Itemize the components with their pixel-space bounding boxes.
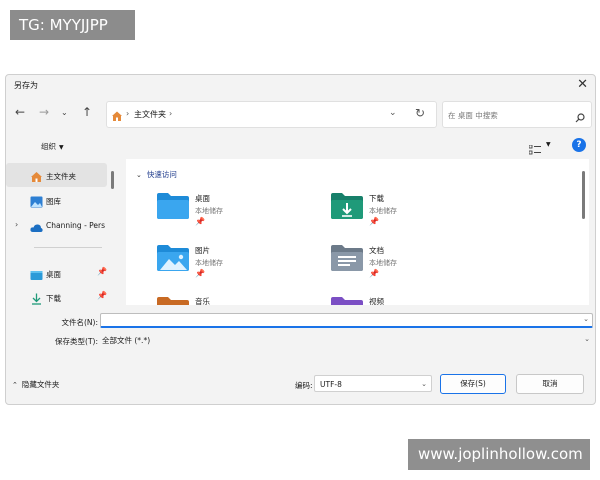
- sidebar-item-gallery[interactable]: 图库: [6, 188, 107, 212]
- breadcrumb-separator: ›: [126, 109, 130, 118]
- save-as-dialog: 另存为 ✕ ← → ⌄ ↑ › 主文件夹 › ⌄ ↻ 在 桌面 中搜索 组织▼: [5, 74, 596, 405]
- folder-location: 本地储存: [195, 207, 223, 215]
- chevron-up-icon: ⌃: [12, 381, 18, 389]
- home-icon: [111, 107, 123, 126]
- pictures-folder-icon: [156, 243, 190, 277]
- chevron-down-icon[interactable]: ⌄: [584, 335, 590, 343]
- organize-button[interactable]: 组织 ▼: [41, 141, 64, 152]
- navigation-pane: 主文件夹 图库 › Channing - Pers 桌面 📌 下载 📌: [6, 161, 114, 305]
- pin-icon: 📌: [369, 217, 379, 226]
- folder-tile-documents[interactable]: 文档 本地储存 📌: [330, 243, 450, 291]
- sidebar-item-desktop[interactable]: 桌面 📌: [6, 261, 107, 285]
- refresh-icon[interactable]: ↻: [415, 106, 425, 120]
- folder-location: 本地储存: [195, 259, 223, 267]
- file-view: ⌄ 快速访问 桌面 本地储存 📌 下载 本地储存 📌 图片 本地储存 📌 文档 …: [126, 159, 589, 305]
- sidebar-item-label: 图库: [46, 197, 61, 206]
- sidebar-item-label: 下载: [46, 294, 61, 303]
- documents-folder-icon: [330, 243, 364, 277]
- folder-tile-downloads[interactable]: 下载 本地储存 📌: [330, 191, 450, 239]
- dialog-footer: ⌃ 隐藏文件夹 编码: UTF-8 ⌄ 保存(S) 取消: [6, 371, 595, 401]
- desktop-folder-icon: [30, 266, 43, 285]
- search-placeholder: 在 桌面 中搜索: [448, 111, 498, 120]
- download-icon: [30, 290, 43, 309]
- sidebar-item-label: 桌面: [46, 270, 61, 279]
- folder-location: 本地储存: [369, 207, 397, 215]
- cloud-icon: [30, 218, 43, 237]
- recent-dropdown-icon[interactable]: ⌄: [61, 108, 68, 117]
- folder-name: 音乐: [195, 297, 210, 305]
- address-bar[interactable]: › 主文件夹 › ⌄ ↻: [106, 101, 437, 128]
- folder-tile-videos[interactable]: 视频: [330, 295, 450, 305]
- folder-location: 本地储存: [369, 259, 397, 267]
- folder-name: 桌面: [195, 194, 210, 203]
- folder-name: 视频: [369, 297, 384, 305]
- sidebar-divider: [34, 247, 102, 248]
- forward-icon[interactable]: →: [39, 105, 49, 119]
- encoding-select[interactable]: UTF-8 ⌄: [314, 375, 432, 392]
- breadcrumb-home[interactable]: 主文件夹: [134, 109, 166, 120]
- folder-tile-pictures[interactable]: 图片 本地储存 📌: [156, 243, 276, 291]
- filetype-select[interactable]: 全部文件 (*.*) ⌄: [100, 332, 593, 347]
- watermark-bottom: www.joplinhollow.com: [408, 439, 590, 470]
- view-options-icon[interactable]: [528, 140, 541, 159]
- toolbar: 组织 ▼ ▼ ?: [6, 135, 595, 157]
- close-icon[interactable]: ✕: [577, 77, 588, 92]
- navigation-row: ← → ⌄ ↑ › 主文件夹 › ⌄ ↻ 在 桌面 中搜索: [6, 99, 595, 131]
- folder-name: 图片: [195, 246, 210, 255]
- quick-access-label: 快速访问: [146, 170, 177, 179]
- dialog-title: 另存为: [14, 81, 38, 90]
- sidebar-item-downloads[interactable]: 下载 📌: [6, 285, 107, 309]
- title-bar: 另存为 ✕: [6, 75, 595, 97]
- up-icon[interactable]: ↑: [82, 105, 92, 119]
- save-button[interactable]: 保存(S): [440, 374, 506, 394]
- encoding-value: UTF-8: [320, 380, 342, 389]
- sidebar-item-onedrive[interactable]: › Channing - Pers: [6, 213, 107, 237]
- watermark-top: TG: MYYJJPP: [10, 10, 135, 40]
- folder-name: 下载: [369, 194, 384, 203]
- hide-folders-label: 隐藏文件夹: [21, 380, 60, 389]
- pin-icon: 📌: [369, 269, 379, 278]
- folder-tile-desktop[interactable]: 桌面 本地储存 📌: [156, 191, 276, 239]
- filename-label: 文件名(N):: [61, 318, 99, 327]
- folder-name: 文档: [369, 246, 384, 255]
- pin-icon: 📌: [195, 217, 205, 226]
- downloads-folder-icon: [330, 191, 364, 225]
- videos-folder-icon: [330, 295, 364, 305]
- address-dropdown-icon[interactable]: ⌄: [389, 108, 397, 118]
- folder-tile-music[interactable]: 音乐: [156, 295, 276, 305]
- back-icon[interactable]: ←: [15, 105, 25, 119]
- chevron-right-icon[interactable]: ›: [15, 220, 18, 229]
- search-box[interactable]: 在 桌面 中搜索: [442, 101, 592, 128]
- breadcrumb-separator: ›: [169, 109, 173, 118]
- sidebar-item-label: Channing - Pers: [46, 221, 106, 230]
- pin-icon: 📌: [195, 269, 205, 278]
- chevron-down-icon: ⌄: [136, 171, 142, 179]
- pin-icon: 📌: [97, 291, 107, 300]
- quick-access-header[interactable]: ⌄ 快速访问: [136, 169, 177, 180]
- search-icon[interactable]: [575, 108, 585, 127]
- music-folder-icon: [156, 295, 190, 305]
- pin-icon: 📌: [97, 267, 107, 276]
- content-scrollbar[interactable]: [582, 171, 585, 219]
- gallery-icon: [30, 193, 43, 212]
- hide-folders-button[interactable]: ⌃ 隐藏文件夹: [12, 379, 59, 390]
- help-icon[interactable]: ?: [572, 138, 586, 152]
- home-icon: [30, 168, 43, 187]
- view-dropdown-icon[interactable]: ▼: [546, 141, 551, 148]
- chevron-down-icon: ⌄: [421, 380, 427, 388]
- sidebar-scrollbar[interactable]: [111, 171, 114, 189]
- chevron-down-icon[interactable]: ⌄: [583, 315, 589, 323]
- organize-label: 组织: [41, 142, 56, 151]
- sidebar-item-label: 主文件夹: [46, 172, 76, 181]
- cancel-button[interactable]: 取消: [516, 374, 584, 394]
- filetype-label: 保存类型(T):: [55, 337, 98, 346]
- file-fields: 文件名(N): ⌄ 保存类型(T): 全部文件 (*.*) ⌄: [6, 311, 595, 349]
- filename-input[interactable]: ⌄: [100, 313, 593, 328]
- desktop-folder-icon: [156, 191, 190, 225]
- chevron-down-icon: ▼: [59, 144, 64, 151]
- filetype-value: 全部文件 (*.*): [102, 336, 151, 345]
- sidebar-item-home[interactable]: 主文件夹: [6, 163, 107, 187]
- encoding-label: 编码:: [295, 381, 313, 390]
